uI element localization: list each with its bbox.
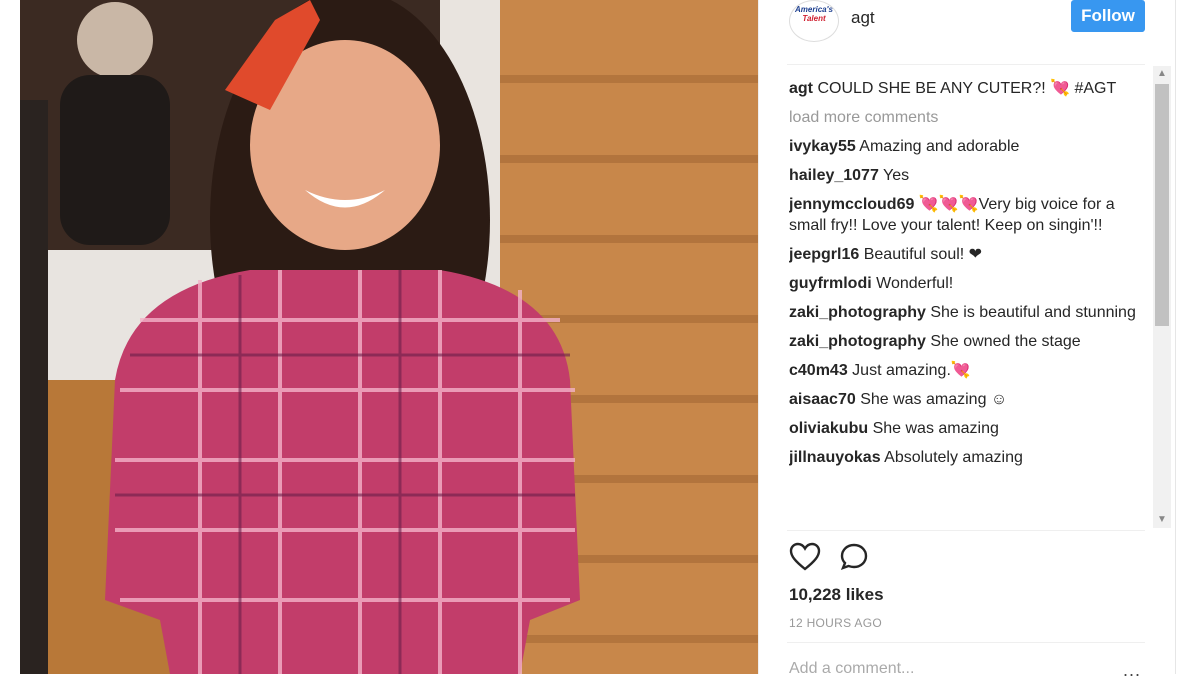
footer-divider bbox=[787, 642, 1145, 643]
comment-item: c40m43 Just amazing.💘 bbox=[789, 360, 1145, 381]
comment-username[interactable]: jennymccloud69 bbox=[789, 196, 914, 213]
comment-item: aisaac70 She was amazing ☺ bbox=[789, 389, 1145, 410]
post-username[interactable]: agt bbox=[851, 8, 875, 28]
comment-text: Just amazing.💘 bbox=[852, 362, 971, 379]
avatar-logo-top: America's bbox=[795, 5, 833, 14]
avatar-logo: America's Talent bbox=[792, 5, 836, 23]
comment-username[interactable]: jillnauyokas bbox=[789, 449, 881, 466]
comment-item: jillnauyokas Absolutely amazing bbox=[789, 447, 1145, 468]
post-photo bbox=[20, 0, 758, 674]
add-comment-input[interactable]: Add a comment... bbox=[789, 660, 1089, 678]
comment-text: Yes bbox=[883, 167, 910, 184]
comment-item: jennymccloud69 💘💘💘Very big voice for a s… bbox=[789, 194, 1145, 236]
avatar-logo-bottom: Talent bbox=[802, 14, 826, 23]
comment-text: She was amazing ☺ bbox=[860, 391, 1008, 408]
comment-username[interactable]: ivykay55 bbox=[789, 138, 856, 155]
likes-count[interactable]: 10,228 likes bbox=[789, 585, 884, 605]
scrollbar-thumb[interactable] bbox=[1155, 84, 1169, 326]
post-header: America's Talent agt Follow bbox=[759, 0, 1175, 62]
comment-username[interactable]: zaki_photography bbox=[789, 333, 926, 350]
avatar[interactable]: America's Talent bbox=[789, 0, 839, 42]
comment-username[interactable]: hailey_1077 bbox=[789, 167, 879, 184]
comment-text: Absolutely amazing bbox=[884, 449, 1023, 466]
comments-divider bbox=[787, 530, 1145, 531]
photo-illustration bbox=[20, 0, 758, 674]
post-timestamp: 12 HOURS AGO bbox=[789, 616, 882, 630]
comment-username[interactable]: c40m43 bbox=[789, 362, 848, 379]
comment-username[interactable]: oliviakubu bbox=[789, 420, 868, 437]
comment-username[interactable]: zaki_photography bbox=[789, 304, 926, 321]
comment-item: oliviakubu She was amazing bbox=[789, 418, 1145, 439]
comment-item: hailey_1077 Yes bbox=[789, 165, 1145, 186]
comments-scrollbar[interactable]: ▲ ▼ bbox=[1153, 66, 1171, 528]
comment-username[interactable]: jeepgrl16 bbox=[789, 246, 859, 263]
action-bar bbox=[789, 542, 885, 574]
arrow-down-icon[interactable]: ▼ bbox=[1153, 512, 1171, 528]
comment-item: guyfrmlodi Wonderful! bbox=[789, 273, 1145, 294]
comment-item: jeepgrl16 Beautiful soul! ❤ bbox=[789, 244, 1145, 265]
comment-item: zaki_photography She is beautiful and st… bbox=[789, 302, 1145, 323]
comment-icon[interactable] bbox=[839, 542, 873, 574]
comment-text: She was amazing bbox=[872, 420, 999, 437]
comment-text: Wonderful! bbox=[876, 275, 954, 292]
comment-text: Beautiful soul! ❤ bbox=[863, 246, 983, 263]
comment-username[interactable]: guyfrmlodi bbox=[789, 275, 872, 292]
caption-username[interactable]: agt bbox=[789, 80, 813, 97]
arrow-up-icon[interactable]: ▲ bbox=[1153, 66, 1171, 82]
comment-text: She is beautiful and stunning bbox=[930, 304, 1136, 321]
comment-username[interactable]: aisaac70 bbox=[789, 391, 856, 408]
heart-icon[interactable] bbox=[789, 542, 823, 574]
caption-text: COULD SHE BE ANY CUTER?! 💘 #AGT bbox=[817, 80, 1117, 97]
post-sidebar: America's Talent agt Follow agt COULD SH… bbox=[758, 0, 1176, 680]
comment-item: ivykay55 Amazing and adorable bbox=[789, 136, 1145, 157]
more-options-button[interactable]: ... bbox=[1123, 660, 1141, 681]
follow-button[interactable]: Follow bbox=[1071, 0, 1145, 32]
header-divider bbox=[787, 64, 1145, 65]
comments-list: agt COULD SHE BE ANY CUTER?! 💘 #AGT load… bbox=[789, 78, 1145, 526]
comment-item: zaki_photography She owned the stage bbox=[789, 331, 1145, 352]
load-more-comments-link[interactable]: load more comments bbox=[789, 107, 1145, 128]
caption: agt COULD SHE BE ANY CUTER?! 💘 #AGT bbox=[789, 78, 1145, 99]
comment-text: Amazing and adorable bbox=[859, 138, 1020, 155]
comment-text: She owned the stage bbox=[930, 333, 1081, 350]
